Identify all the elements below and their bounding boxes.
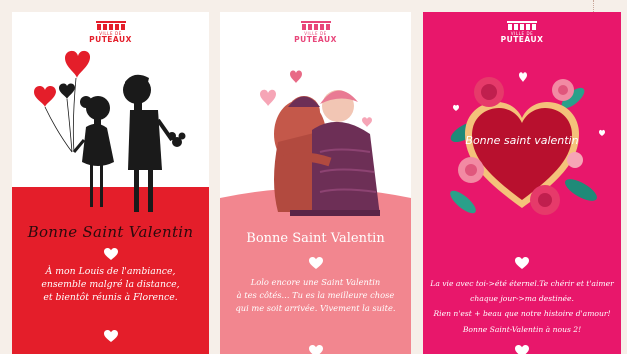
hugging-couple-illustration — [260, 70, 380, 216]
message-line: À mon Louis de l'ambiance, — [45, 266, 176, 277]
heart-icon — [104, 330, 118, 342]
valentine-card-2[interactable]: VILLE DE PUTEAUX Bonne Saint Valentin Lo… — [220, 12, 411, 354]
heart-icon — [309, 345, 323, 354]
card-message: À mon Louis de l'ambiance, ensemble malg… — [22, 265, 199, 304]
message-line: et bientôt réunis à Florence. — [43, 292, 178, 303]
message-line: qui me soit arrivée. Vivement la suite. — [235, 303, 396, 313]
heart-caption-line: Bonne saint valentin — [465, 134, 578, 147]
heart-icon — [515, 345, 529, 354]
message-line: à tes côtés... Tu es la meilleure chose — [236, 290, 395, 300]
message-line: Lolo encore une Saint Valentin — [250, 277, 381, 287]
message-line: Rien n'est + beau que notre histoire d'a… — [433, 309, 611, 319]
message-line: ensemble malgré la distance, — [41, 279, 180, 290]
heart-icon — [515, 257, 529, 269]
heart-icon — [104, 248, 118, 260]
valentine-card-1[interactable]: VILLE DE PUTEAUX Bonne Saint Valentin À … — [12, 12, 209, 354]
card-message: Lolo encore une Saint Valentin à tes côt… — [230, 276, 401, 315]
kissing-couple-illustration — [34, 50, 186, 212]
heart-roses-illustration: Bonne saint valentin — [450, 72, 605, 215]
message-line: La vie avec toi->été éternel.Te chérir e… — [430, 279, 614, 288]
card-title: Bonne Saint Valentin — [246, 231, 385, 246]
card-title: Bonne Saint Valentin — [27, 223, 194, 241]
message-line: chaque jour->ma destinée. — [470, 294, 574, 304]
card-message: La vie avec toi->été éternel.Te chérir e… — [428, 276, 616, 337]
heart-icon — [309, 257, 323, 269]
message-line: Bonne Saint-Valentin à nous 2! — [462, 324, 582, 334]
valentine-card-3[interactable]: VILLE DE PUTEAUX Bonne saint valentin La… — [423, 12, 621, 354]
